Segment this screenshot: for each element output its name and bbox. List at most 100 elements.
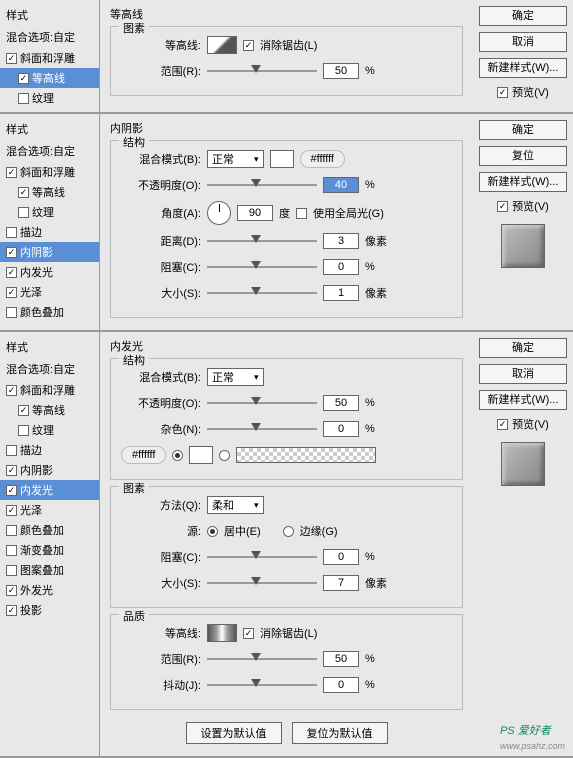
style-checkbox[interactable]: [6, 585, 17, 596]
preview-checkbox[interactable]: [497, 201, 508, 212]
style-checkbox[interactable]: [18, 405, 29, 416]
style-item[interactable]: 光泽: [0, 500, 99, 520]
style-item[interactable]: 斜面和浮雕: [0, 162, 99, 182]
gradient-picker[interactable]: [236, 447, 376, 463]
newstyle-button[interactable]: 新建样式(W)...: [479, 390, 567, 410]
style-checkbox[interactable]: [18, 207, 29, 218]
style-checkbox[interactable]: [6, 53, 17, 64]
style-checkbox[interactable]: [18, 425, 29, 436]
reset-default-button[interactable]: 复位为默认值: [292, 722, 388, 744]
style-item[interactable]: 渐变叠加: [0, 540, 99, 560]
style-item[interactable]: 描边: [0, 440, 99, 460]
source-edge-radio[interactable]: [283, 526, 294, 537]
range-slider[interactable]: [207, 70, 317, 72]
style-checkbox[interactable]: [6, 605, 17, 616]
blendmode-select[interactable]: 正常: [207, 150, 264, 168]
antialias-checkbox[interactable]: [243, 628, 254, 639]
distance-value[interactable]: 3: [323, 233, 359, 249]
noise-slider[interactable]: [207, 428, 317, 430]
style-item[interactable]: 斜面和浮雕: [0, 48, 99, 68]
opacity-value[interactable]: 40: [323, 177, 359, 193]
style-checkbox[interactable]: [6, 287, 17, 298]
antialias-checkbox[interactable]: [243, 40, 254, 51]
cancel-button[interactable]: 取消: [479, 364, 567, 384]
blendmode-select[interactable]: 正常: [207, 368, 264, 386]
cancel-button[interactable]: 取消: [479, 32, 567, 52]
jitter-value[interactable]: 0: [323, 677, 359, 693]
style-checkbox[interactable]: [6, 445, 17, 456]
contour-thumb[interactable]: [207, 36, 237, 54]
source-center-radio[interactable]: [207, 526, 218, 537]
gradient-radio[interactable]: [219, 450, 230, 461]
style-checkbox[interactable]: [6, 505, 17, 516]
blend-options[interactable]: 混合选项:自定: [0, 140, 99, 162]
opacity-slider[interactable]: [207, 184, 317, 186]
style-item[interactable]: 纹理: [0, 88, 99, 108]
preview-checkbox[interactable]: [497, 419, 508, 430]
choke-value[interactable]: 0: [323, 259, 359, 275]
style-checkbox[interactable]: [6, 465, 17, 476]
style-checkbox[interactable]: [6, 267, 17, 278]
range-value[interactable]: 50: [323, 63, 359, 79]
blend-options[interactable]: 混合选项:自定: [0, 358, 99, 380]
style-item[interactable]: 等高线: [0, 68, 99, 88]
style-item[interactable]: 等高线: [0, 182, 99, 202]
style-checkbox[interactable]: [18, 73, 29, 84]
style-checkbox[interactable]: [6, 525, 17, 536]
style-checkbox[interactable]: [6, 307, 17, 318]
color-radio[interactable]: [172, 450, 183, 461]
style-item[interactable]: 描边: [0, 222, 99, 242]
ok-button[interactable]: 确定: [479, 120, 567, 140]
jitter-slider[interactable]: [207, 684, 317, 686]
style-item[interactable]: 内阴影: [0, 242, 99, 262]
style-item[interactable]: 光泽: [0, 282, 99, 302]
color-swatch[interactable]: [189, 446, 213, 464]
size-slider[interactable]: [207, 292, 317, 294]
preview-checkbox[interactable]: [497, 87, 508, 98]
style-checkbox[interactable]: [6, 485, 17, 496]
angle-value[interactable]: 90: [237, 205, 273, 221]
distance-slider[interactable]: [207, 240, 317, 242]
style-item[interactable]: 等高线: [0, 400, 99, 420]
newstyle-button[interactable]: 新建样式(W)...: [479, 58, 567, 78]
noise-value[interactable]: 0: [323, 421, 359, 437]
size-value[interactable]: 7: [323, 575, 359, 591]
color-swatch[interactable]: [270, 150, 294, 168]
style-item[interactable]: 内发光: [0, 262, 99, 282]
style-checkbox[interactable]: [6, 545, 17, 556]
style-item[interactable]: 纹理: [0, 420, 99, 440]
style-checkbox[interactable]: [6, 385, 17, 396]
opacity-slider[interactable]: [207, 402, 317, 404]
range-value[interactable]: 50: [323, 651, 359, 667]
style-checkbox[interactable]: [18, 93, 29, 104]
ok-button[interactable]: 确定: [479, 6, 567, 26]
choke-slider[interactable]: [207, 266, 317, 268]
opacity-value[interactable]: 50: [323, 395, 359, 411]
set-default-button[interactable]: 设置为默认值: [186, 722, 282, 744]
contour-thumb[interactable]: [207, 624, 237, 642]
style-item[interactable]: 内阴影: [0, 460, 99, 480]
newstyle-button[interactable]: 新建样式(W)...: [479, 172, 567, 192]
angle-dial[interactable]: [207, 201, 231, 225]
reset-button[interactable]: 复位: [479, 146, 567, 166]
ok-button[interactable]: 确定: [479, 338, 567, 358]
style-item[interactable]: 图案叠加: [0, 560, 99, 580]
choke-value[interactable]: 0: [323, 549, 359, 565]
choke-slider[interactable]: [207, 556, 317, 558]
globallight-checkbox[interactable]: [296, 208, 307, 219]
style-item[interactable]: 内发光: [0, 480, 99, 500]
blend-options[interactable]: 混合选项:自定: [0, 26, 99, 48]
size-value[interactable]: 1: [323, 285, 359, 301]
style-item[interactable]: 外发光: [0, 580, 99, 600]
style-checkbox[interactable]: [6, 565, 17, 576]
style-item[interactable]: 投影: [0, 600, 99, 620]
range-slider[interactable]: [207, 658, 317, 660]
method-select[interactable]: 柔和: [207, 496, 264, 514]
style-item[interactable]: 颜色叠加: [0, 302, 99, 322]
style-item[interactable]: 颜色叠加: [0, 520, 99, 540]
style-checkbox[interactable]: [6, 227, 17, 238]
style-item[interactable]: 纹理: [0, 202, 99, 222]
style-checkbox[interactable]: [6, 167, 17, 178]
style-checkbox[interactable]: [6, 247, 17, 258]
size-slider[interactable]: [207, 582, 317, 584]
